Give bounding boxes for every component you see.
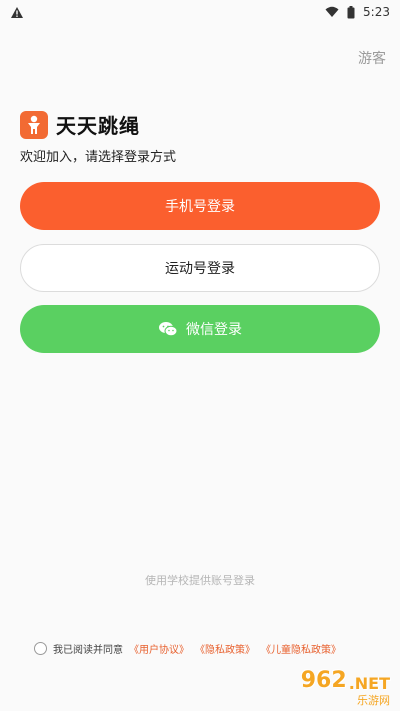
battery-icon bbox=[347, 5, 355, 18]
site-watermark: 962 .NET 乐游网 bbox=[300, 668, 390, 707]
warning-icon bbox=[11, 6, 23, 18]
guest-button[interactable]: 游客 bbox=[358, 48, 386, 68]
sport-login-button[interactable]: 运动号登录 bbox=[20, 244, 380, 292]
brand: 天天跳绳 bbox=[20, 110, 140, 139]
app-name: 天天跳绳 bbox=[56, 114, 140, 138]
phone-login-button[interactable]: 手机号登录 bbox=[20, 182, 380, 230]
phone-login-label: 手机号登录 bbox=[165, 199, 235, 215]
user-agreement-link[interactable]: 《用户协议》 bbox=[129, 641, 189, 656]
agreement-row: 我已阅读并同意 《用户协议》 《隐私政策》 《儿童隐私政策》 bbox=[34, 641, 341, 656]
status-left bbox=[0, 6, 24, 19]
status-bar: 5:23 bbox=[0, 0, 400, 24]
welcome-text: 欢迎加入，请选择登录方式 bbox=[20, 150, 177, 165]
child-privacy-policy-link[interactable]: 《儿童隐私政策》 bbox=[261, 641, 341, 656]
wechat-login-label: 微信登录 bbox=[186, 322, 242, 338]
sport-login-label: 运动号登录 bbox=[165, 261, 235, 277]
wifi-icon bbox=[325, 6, 339, 17]
jump-rope-person-icon bbox=[20, 110, 48, 139]
status-time: 5:23 bbox=[363, 5, 390, 19]
wechat-login-button[interactable]: 微信登录 bbox=[20, 305, 380, 353]
watermark-brand: 962 bbox=[300, 668, 347, 693]
agreement-prefix: 我已阅读并同意 bbox=[53, 645, 123, 656]
school-login-link[interactable]: 使用学校提供账号登录 bbox=[0, 572, 400, 588]
watermark-suffix: .NET bbox=[348, 674, 390, 693]
wechat-icon bbox=[159, 322, 178, 337]
watermark-site: 乐游网 bbox=[357, 694, 390, 707]
privacy-policy-link[interactable]: 《隐私政策》 bbox=[195, 641, 255, 656]
agreement-checkbox[interactable] bbox=[34, 642, 47, 655]
status-right: 5:23 bbox=[325, 5, 400, 19]
